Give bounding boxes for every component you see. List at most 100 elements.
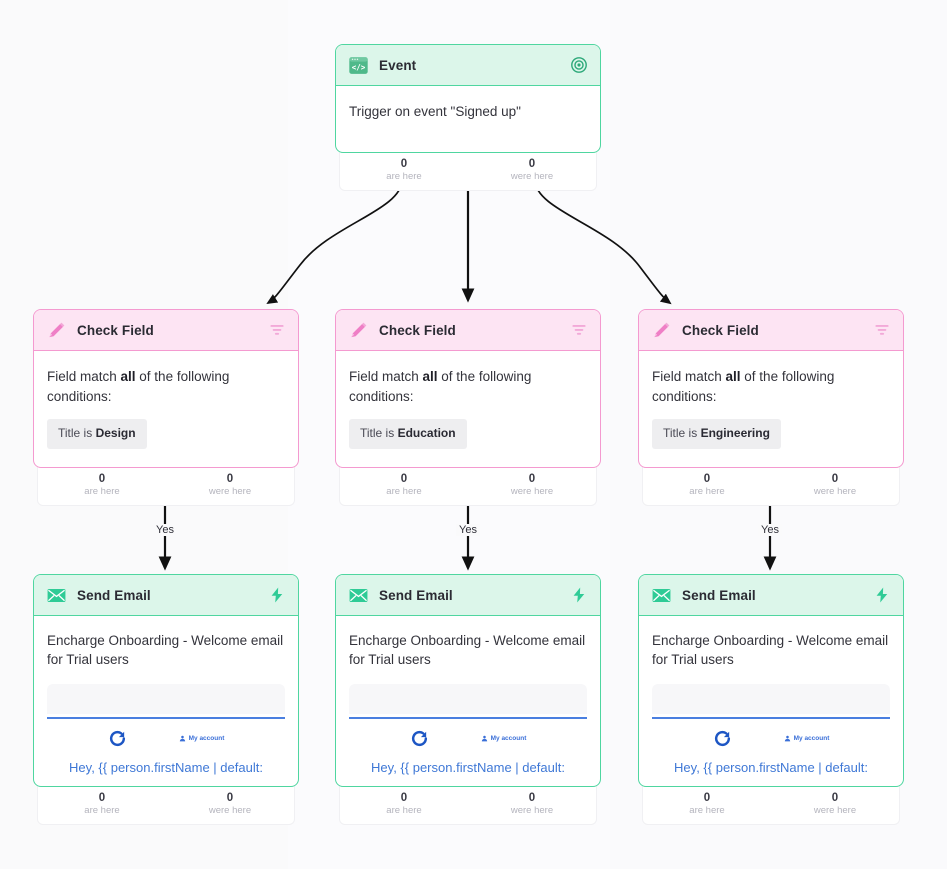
pencil-icon	[650, 319, 672, 341]
check-field-stat-are-here: 0 are here	[643, 472, 771, 498]
send-email-title: Send Email	[682, 587, 756, 603]
stat-number: 0	[528, 791, 536, 804]
send-email-card[interactable]: Send Email Encharge Onboarding - Welcome…	[335, 574, 601, 787]
condition-match: all	[422, 369, 438, 384]
node-send-email-3[interactable]: Send Email Encharge Onboarding - Welcome…	[638, 574, 904, 826]
filter-icon[interactable]	[872, 320, 892, 340]
edge-label-yes-left: Yes	[153, 524, 177, 536]
check-field-stat-were-here: 0 were here	[771, 472, 899, 498]
chip-value: Design	[95, 426, 136, 441]
stat-number: 0	[703, 472, 711, 485]
node-event[interactable]: </> Event Trigger on event "Signed up" 0…	[335, 44, 601, 192]
chip-prefix: Title is	[360, 426, 398, 441]
email-preview[interactable]: My account Hey, {{ person.firstName | de…	[349, 684, 587, 778]
event-stat-were-here: 0 were here	[468, 157, 596, 183]
email-preview-banner	[349, 684, 587, 714]
email-preview-toolbar: My account	[47, 719, 285, 754]
check-field-stats: 0 are here 0 were here	[339, 463, 597, 506]
check-field-card[interactable]: Check Field Field match all of the follo…	[33, 309, 299, 468]
stat-number: 0	[400, 158, 408, 170]
chip-prefix: Title is	[58, 426, 96, 441]
envelope-icon	[45, 584, 67, 606]
my-account-link[interactable]: My account	[179, 734, 224, 743]
condition-chip[interactable]: Title is Education	[349, 419, 467, 449]
filter-icon[interactable]	[267, 320, 287, 340]
event-title: Event	[379, 57, 417, 73]
edge-event-to-check-left	[266, 179, 403, 305]
user-icon	[481, 735, 487, 742]
email-preview-toolbar: My account	[652, 719, 890, 754]
node-check-field-education[interactable]: Check Field Field match all of the follo…	[335, 309, 601, 506]
node-check-field-engineering[interactable]: Check Field Field match all of the follo…	[638, 309, 904, 506]
node-send-email-1[interactable]: Send Email Encharge Onboarding - Welcome…	[33, 574, 299, 826]
chip-value: Engineering	[700, 426, 770, 441]
my-account-link[interactable]: My account	[784, 734, 830, 743]
stat-label: are here	[386, 171, 422, 183]
condition-sentence: Field match all of the following conditi…	[652, 367, 890, 406]
stat-label: were here	[208, 805, 252, 817]
send-email-header: Send Email	[34, 575, 298, 616]
condition-chip[interactable]: Title is Engineering	[652, 419, 781, 449]
target-icon[interactable]	[569, 55, 589, 75]
node-send-email-2[interactable]: Send Email Encharge Onboarding - Welcome…	[335, 574, 601, 826]
email-greeting: Hey, {{ person.firstName | default:	[69, 760, 263, 775]
lightning-icon[interactable]	[872, 585, 892, 605]
stat-label: are here	[689, 805, 725, 817]
condition-prefix: Field match	[47, 369, 121, 384]
check-field-title: Check Field	[682, 322, 759, 338]
edge-event-to-check-right	[534, 179, 672, 305]
condition-match: all	[725, 369, 741, 384]
stat-number: 0	[400, 791, 408, 804]
stat-label: are here	[689, 485, 725, 497]
check-field-title: Check Field	[77, 322, 154, 338]
check-field-header: Check Field	[34, 310, 298, 351]
event-card[interactable]: </> Event Trigger on event "Signed up"	[335, 44, 601, 153]
stat-label: are here	[386, 805, 422, 817]
lightning-icon[interactable]	[267, 585, 287, 605]
stat-label: are here	[386, 485, 422, 497]
svg-text:</>: </>	[351, 63, 365, 72]
code-window-icon: </>	[347, 54, 369, 76]
stat-number: 0	[703, 791, 711, 804]
user-icon	[179, 735, 185, 742]
pencil-icon	[45, 319, 67, 341]
stat-number: 0	[528, 158, 536, 170]
chip-prefix: Title is	[663, 426, 701, 441]
user-icon	[784, 735, 790, 742]
email-subject: Encharge Onboarding - Welcome email for …	[47, 633, 284, 667]
lightning-icon[interactable]	[569, 585, 589, 605]
check-field-card[interactable]: Check Field Field match all of the follo…	[638, 309, 904, 468]
stat-number: 0	[831, 791, 839, 804]
check-field-header: Check Field	[336, 310, 600, 351]
my-account-label: My account	[793, 734, 830, 742]
send-email-card[interactable]: Send Email Encharge Onboarding - Welcome…	[638, 574, 904, 787]
stat-number: 0	[831, 472, 839, 485]
email-preview-banner	[652, 684, 890, 714]
stat-number: 0	[98, 472, 106, 485]
refresh-logo-icon	[410, 729, 429, 748]
my-account-link[interactable]: My account	[481, 734, 527, 743]
stat-number: 0	[226, 791, 234, 804]
condition-sentence: Field match all of the following conditi…	[47, 367, 285, 406]
condition-chip[interactable]: Title is Design	[47, 419, 147, 449]
check-field-title: Check Field	[379, 322, 456, 338]
filter-icon[interactable]	[569, 320, 589, 340]
email-preview[interactable]: My account Hey, {{ person.firstName | de…	[652, 684, 890, 778]
send-email-card[interactable]: Send Email Encharge Onboarding - Welcome…	[33, 574, 299, 787]
check-field-stat-were-here: 0 were here	[166, 472, 294, 498]
check-field-card[interactable]: Check Field Field match all of the follo…	[335, 309, 601, 468]
email-preview[interactable]: My account Hey, {{ person.firstName | de…	[47, 684, 285, 778]
event-stats: 0 are here 0 were here	[339, 149, 597, 192]
event-header: </> Event	[336, 45, 600, 86]
check-field-body: Field match all of the following conditi…	[336, 351, 600, 467]
send-email-body: Encharge Onboarding - Welcome email for …	[336, 616, 600, 786]
node-check-field-design[interactable]: Check Field Field match all of the follo…	[33, 309, 299, 506]
check-field-stat-are-here: 0 are here	[340, 472, 468, 498]
refresh-logo-icon	[108, 729, 127, 748]
check-field-stat-are-here: 0 are here	[38, 472, 166, 498]
check-field-stat-were-here: 0 were here	[468, 472, 596, 498]
send-email-stat-are-here: 0 are here	[38, 791, 166, 817]
email-subject: Encharge Onboarding - Welcome email for …	[652, 633, 889, 667]
my-account-label: My account	[490, 734, 527, 742]
stat-label: are here	[84, 485, 120, 497]
